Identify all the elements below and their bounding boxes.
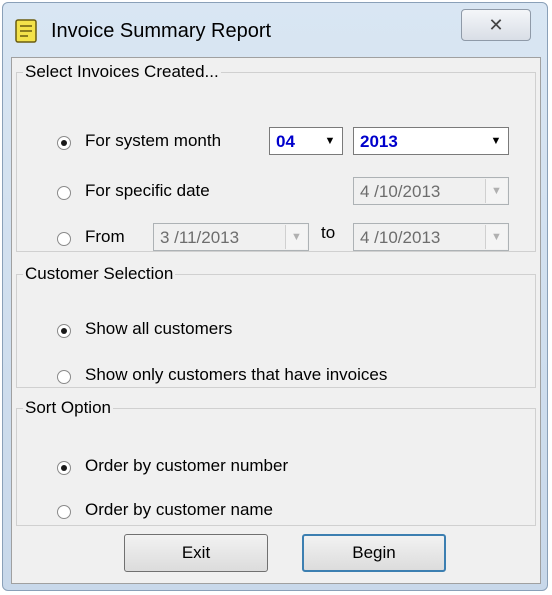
sort-option-legend: Sort Option bbox=[25, 398, 111, 417]
show-all-radio[interactable] bbox=[57, 324, 71, 338]
chevron-down-icon[interactable]: ▼ bbox=[485, 225, 507, 249]
show-invoiced-radio[interactable] bbox=[57, 370, 71, 384]
show-invoiced-label: Show only customers that have invoices bbox=[85, 365, 388, 384]
sort-option-group: Sort Option Order by customer number Ord… bbox=[16, 398, 536, 526]
order-by-number-radio[interactable] bbox=[57, 461, 71, 475]
from-date-picker[interactable]: 3 /11/2013 ▼ bbox=[153, 223, 309, 251]
year-select[interactable]: 2013 ▼ bbox=[353, 127, 509, 155]
customer-selection-group: Customer Selection Show all customers Sh… bbox=[16, 264, 536, 388]
invoices-created-group: Select Invoices Created... For system mo… bbox=[16, 62, 536, 252]
chevron-down-icon[interactable]: ▼ bbox=[485, 179, 507, 203]
from-label: From bbox=[85, 227, 125, 246]
specific-date-value: 4 /10/2013 bbox=[360, 182, 441, 201]
system-month-radio[interactable] bbox=[57, 136, 71, 150]
year-value: 2013 bbox=[360, 132, 398, 151]
customer-selection-legend: Customer Selection bbox=[25, 264, 174, 283]
order-by-number-label: Order by customer number bbox=[85, 456, 289, 475]
from-radio[interactable] bbox=[57, 232, 71, 246]
to-label: to bbox=[321, 223, 336, 242]
month-value: 04 bbox=[276, 132, 295, 151]
dialog-body: Select Invoices Created... For system mo… bbox=[11, 57, 541, 584]
window-title: Invoice Summary Report bbox=[51, 20, 272, 42]
chevron-down-icon[interactable]: ▼ bbox=[319, 129, 341, 153]
order-by-name-label: Order by customer name bbox=[85, 500, 274, 519]
exit-button[interactable]: Exit bbox=[124, 534, 268, 572]
invoices-created-legend: Select Invoices Created... bbox=[25, 62, 219, 81]
show-all-label: Show all customers bbox=[85, 319, 233, 338]
specific-date-radio[interactable] bbox=[57, 186, 71, 200]
month-select[interactable]: 04 ▼ bbox=[269, 127, 343, 155]
to-date-value: 4 /10/2013 bbox=[360, 228, 441, 247]
close-button[interactable]: ✕ bbox=[461, 9, 531, 41]
chevron-down-icon[interactable]: ▼ bbox=[285, 225, 307, 249]
to-date-picker[interactable]: 4 /10/2013 ▼ bbox=[353, 223, 509, 251]
order-by-name-radio[interactable] bbox=[57, 505, 71, 519]
specific-date-label: For specific date bbox=[85, 181, 210, 200]
dialog-window: Invoice Summary Report ✕ Select Invoices… bbox=[2, 2, 548, 591]
chevron-down-icon[interactable]: ▼ bbox=[485, 129, 507, 153]
begin-button[interactable]: Begin bbox=[302, 534, 446, 572]
specific-date-picker[interactable]: 4 /10/2013 ▼ bbox=[353, 177, 509, 205]
from-date-value: 3 /11/2013 bbox=[160, 228, 240, 247]
report-icon bbox=[15, 19, 37, 43]
title-bar[interactable]: Invoice Summary Report ✕ bbox=[3, 3, 547, 57]
system-month-label: For system month bbox=[85, 131, 222, 150]
close-icon: ✕ bbox=[488, 15, 504, 35]
